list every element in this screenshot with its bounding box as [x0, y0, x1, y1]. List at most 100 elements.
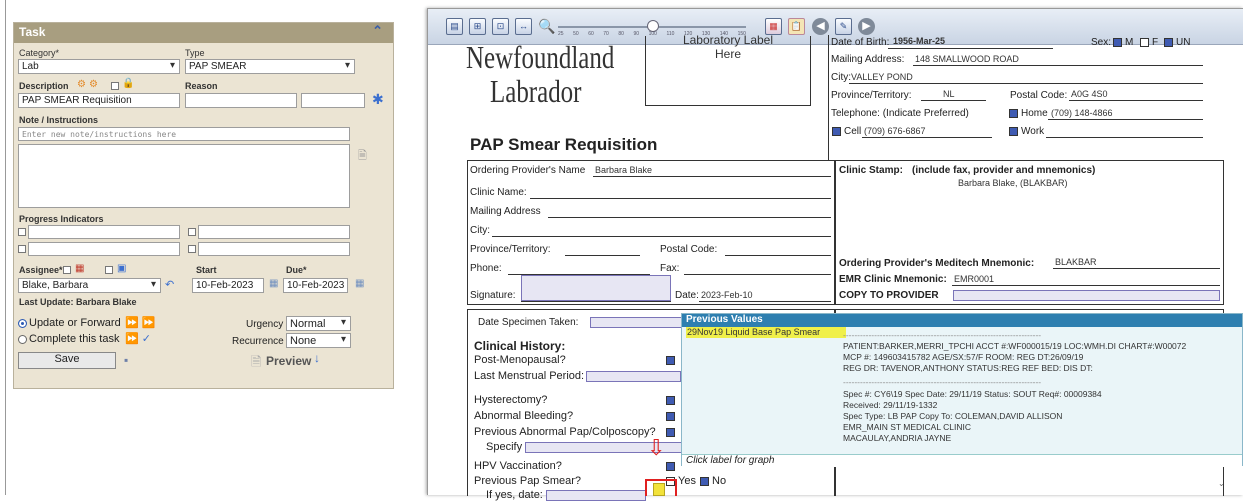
cell-label: Cell [844, 126, 862, 137]
reason-input-2[interactable] [301, 93, 365, 108]
fax-label: Fax: [660, 263, 680, 274]
work-label: Work [1021, 126, 1045, 137]
abnormal-bleeding-label: Abnormal Bleeding? [474, 410, 574, 422]
lab-label-line1: Laboratory Label [682, 33, 774, 47]
sex-f-checkbox[interactable] [1140, 38, 1149, 47]
due-date-input[interactable]: 10-Feb-2023 [283, 278, 348, 293]
task-header: Task ⌃ [14, 23, 393, 43]
progress-checkbox-4[interactable] [188, 245, 196, 253]
last-update: Last Update: Barbara Blake [19, 297, 137, 307]
complete-radio[interactable] [18, 335, 27, 344]
asterisk-icon[interactable]: ✱ [372, 91, 384, 108]
zoom-tool-icon[interactable]: 🔍 [538, 18, 555, 35]
post-menopausal-yes[interactable] [666, 356, 675, 365]
previous-values-icon[interactable] [653, 483, 665, 496]
last-menstrual-field[interactable] [586, 371, 681, 382]
prev-pap-no-checkbox[interactable] [700, 477, 709, 486]
cell-value: (709) 676-6867 [864, 126, 926, 136]
abnormal-bleeding-yes[interactable] [666, 412, 675, 421]
preview-doc-icon[interactable]: 🗎 [251, 353, 261, 375]
graph-hint[interactable]: Click label for graph [682, 454, 1242, 467]
category-select[interactable]: Lab [18, 59, 180, 74]
pv-line: Received: 29/11/19-1332 [843, 400, 938, 410]
update-label[interactable]: Update or Forward [29, 317, 121, 329]
assignee-select[interactable]: Blake, Barbara [18, 278, 161, 293]
fit-width-icon[interactable]: ↔ [515, 18, 532, 35]
hysterectomy-yes[interactable] [666, 396, 675, 405]
mailing-value: 148 SMALLWOOD ROAD [915, 54, 1019, 64]
hpv-yes[interactable] [666, 462, 675, 471]
reason-input[interactable] [185, 93, 297, 108]
undo-icon[interactable]: ↶ [165, 278, 174, 291]
lab-label-line2: Here [714, 47, 741, 61]
sex-m-checkbox[interactable] [1113, 38, 1122, 47]
progress-checkbox-3[interactable] [18, 245, 26, 253]
work-checkbox[interactable] [1009, 127, 1018, 136]
edit-icon[interactable]: ✎ [835, 18, 852, 35]
if-yes-date-field[interactable] [546, 490, 646, 501]
mailing-label: Mailing Address: [831, 54, 905, 65]
back-icon[interactable]: ◀ [812, 18, 829, 35]
save-icon[interactable]: ▪ [124, 353, 128, 367]
progress-input-3[interactable] [28, 242, 180, 256]
forward-nav-icon[interactable]: ▶ [858, 18, 875, 35]
forward-icon[interactable]: ⏩ ⏩ [125, 316, 155, 329]
clinic-stamp-label: Clinic Stamp: [839, 165, 903, 176]
dob-label: Date of Birth: [831, 37, 890, 48]
note-input[interactable]: Enter new note/instructions here [18, 127, 350, 141]
signature-field[interactable] [521, 275, 671, 301]
hpv-label: HPV Vaccination? [474, 460, 562, 472]
group-icon[interactable]: ▦ [75, 263, 84, 274]
scroll-down-icon[interactable]: ⌄ [1218, 479, 1225, 491]
copy-label: COPY TO PROVIDER [839, 290, 939, 301]
province-label: Province/Territory: [831, 90, 912, 101]
page-icon[interactable]: ▤ [446, 18, 463, 35]
sex-un-checkbox[interactable] [1164, 38, 1173, 47]
sex-m-label: M [1125, 37, 1134, 48]
lock-icon[interactable]: 🔒 [122, 78, 134, 89]
preview-arrow-icon[interactable]: ↓ [314, 351, 320, 365]
progress-input-2[interactable] [198, 225, 350, 239]
preview-button[interactable]: Preview [266, 354, 311, 368]
date-specimen-label: Date Specimen Taken: [478, 317, 579, 328]
update-radio[interactable] [18, 319, 27, 328]
calendar-icon[interactable]: ▦ [269, 278, 278, 289]
previous-value-item[interactable]: 29Nov19 Liquid Base Pap Smear [686, 327, 846, 338]
fit-page-icon[interactable]: ⊡ [492, 18, 509, 35]
type-label: Type [185, 48, 205, 58]
collapse-icon[interactable]: ⌃ [372, 23, 383, 39]
prev-abnormal-yes[interactable] [666, 428, 675, 437]
private-checkbox[interactable] [111, 82, 119, 90]
complete-label[interactable]: Complete this task [29, 333, 119, 345]
note-history[interactable] [18, 144, 350, 208]
cell-checkbox[interactable] [832, 127, 841, 136]
start-date-input[interactable]: 10-Feb-2023 [192, 278, 264, 293]
type-select[interactable]: PAP SMEAR [185, 59, 355, 74]
meditech-label: Ordering Provider's Meditech Mnemonic: [839, 258, 1035, 269]
user-icon[interactable]: ▣ [117, 263, 126, 274]
calendar-due-icon[interactable]: ▦ [355, 278, 364, 289]
description-label: Description [19, 81, 69, 91]
copy-to-provider-field[interactable] [953, 290, 1220, 301]
actual-size-icon[interactable]: ⊞ [469, 18, 486, 35]
assignee-group-checkbox[interactable] [63, 266, 71, 274]
progress-label: Progress Indicators [19, 214, 104, 224]
progress-input-4[interactable] [198, 242, 350, 256]
save-button[interactable]: Save [18, 352, 116, 369]
complete-icon[interactable]: ⏩ ✓ [125, 332, 151, 345]
progress-checkbox-1[interactable] [18, 228, 26, 236]
urgency-select[interactable]: Normal [286, 316, 351, 331]
document-icon[interactable]: 🗎 [358, 147, 367, 166]
recurrence-select[interactable]: None [286, 333, 351, 348]
progress-checkbox-2[interactable] [188, 228, 196, 236]
reason-label: Reason [185, 81, 218, 91]
description-input[interactable]: PAP SMEAR Requisition [18, 93, 180, 108]
gear-icon[interactable]: ⚙ [77, 79, 86, 90]
prev-abnormal-label: Previous Abnormal Pap/Colposcopy? [474, 426, 656, 438]
settings-icon[interactable]: ⚙ [89, 79, 98, 90]
progress-input-1[interactable] [28, 225, 180, 239]
home-checkbox[interactable] [1009, 109, 1018, 118]
assignee-self-checkbox[interactable] [105, 266, 113, 274]
date-value: 2023-Feb-10 [701, 290, 753, 300]
start-label: Start [196, 265, 217, 275]
